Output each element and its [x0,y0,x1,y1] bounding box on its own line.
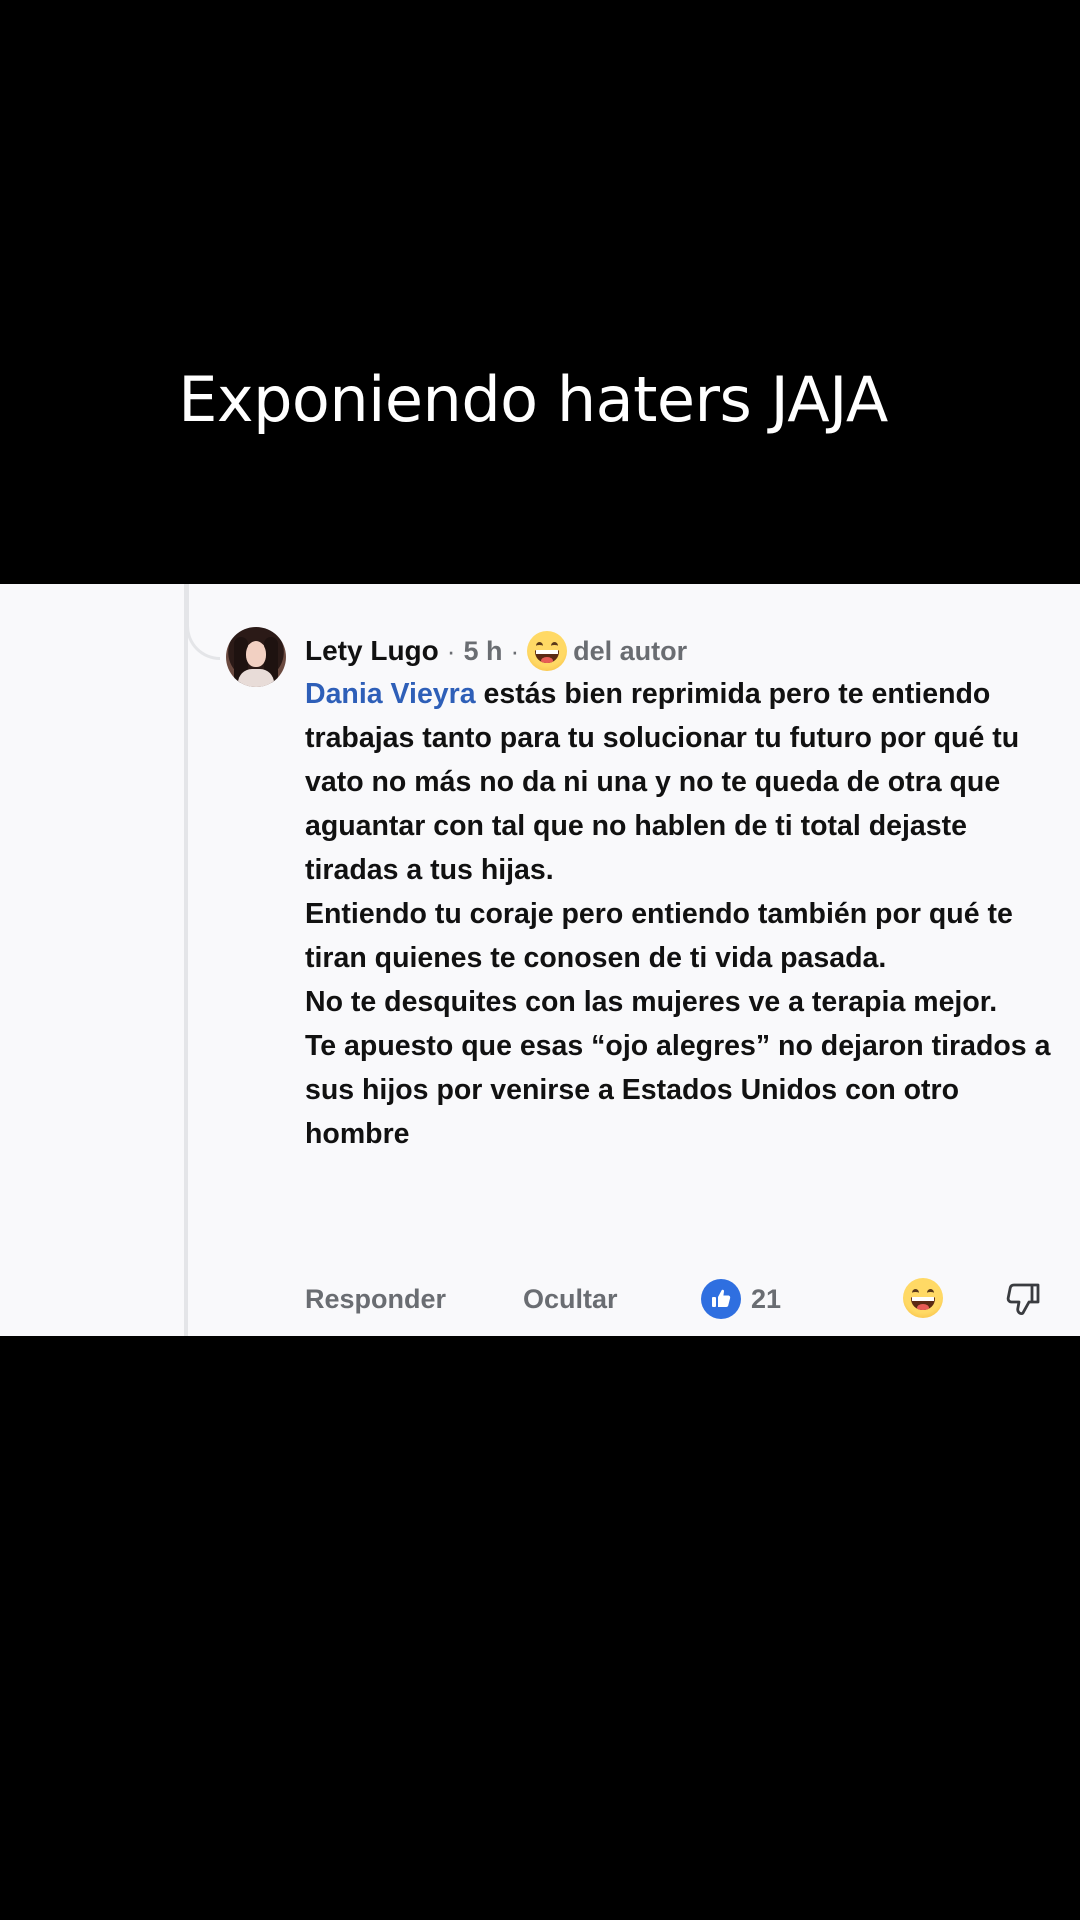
author-badge: del autor [573,635,688,666]
thumbs-down-icon[interactable] [1002,1277,1046,1321]
comment-paragraph: Te apuesto que esas “ojo alegres” no dej… [305,1030,1051,1150]
thumbs-up-icon [701,1279,741,1319]
like-count: 21 [751,1283,782,1314]
comment-actions: Responder Ocultar 21 [305,1274,1065,1324]
mention-link[interactable]: Dania Vieyra [305,678,476,710]
comment-card: Lety Lugo · 5 h · del autor Dania Vieyra… [0,584,1080,1336]
comment-time[interactable]: 5 h [463,636,502,667]
avatar[interactable] [226,627,286,687]
separator: · [446,635,456,666]
separator: · [510,635,520,666]
thread-line [184,584,188,1336]
comment-paragraph: Entiendo tu coraje pero entiendo también… [305,898,1013,974]
comment-paragraph: No te desquites con las mujeres ve a ter… [305,986,998,1018]
thread-connector [186,584,220,660]
comment-header: Lety Lugo · 5 h · del autor [305,626,687,676]
grinning-face-reaction-icon[interactable] [903,1278,943,1318]
video-caption: Exponiendo haters JAJA [178,363,888,436]
comment-text: Dania Vieyra estás bien reprimida pero t… [305,672,1065,1156]
like-reactions[interactable]: 21 [701,1279,781,1319]
author-name[interactable]: Lety Lugo [305,635,439,667]
grinning-face-icon [527,631,568,671]
reply-button[interactable]: Responder [305,1274,446,1324]
hide-button[interactable]: Ocultar [523,1274,618,1324]
